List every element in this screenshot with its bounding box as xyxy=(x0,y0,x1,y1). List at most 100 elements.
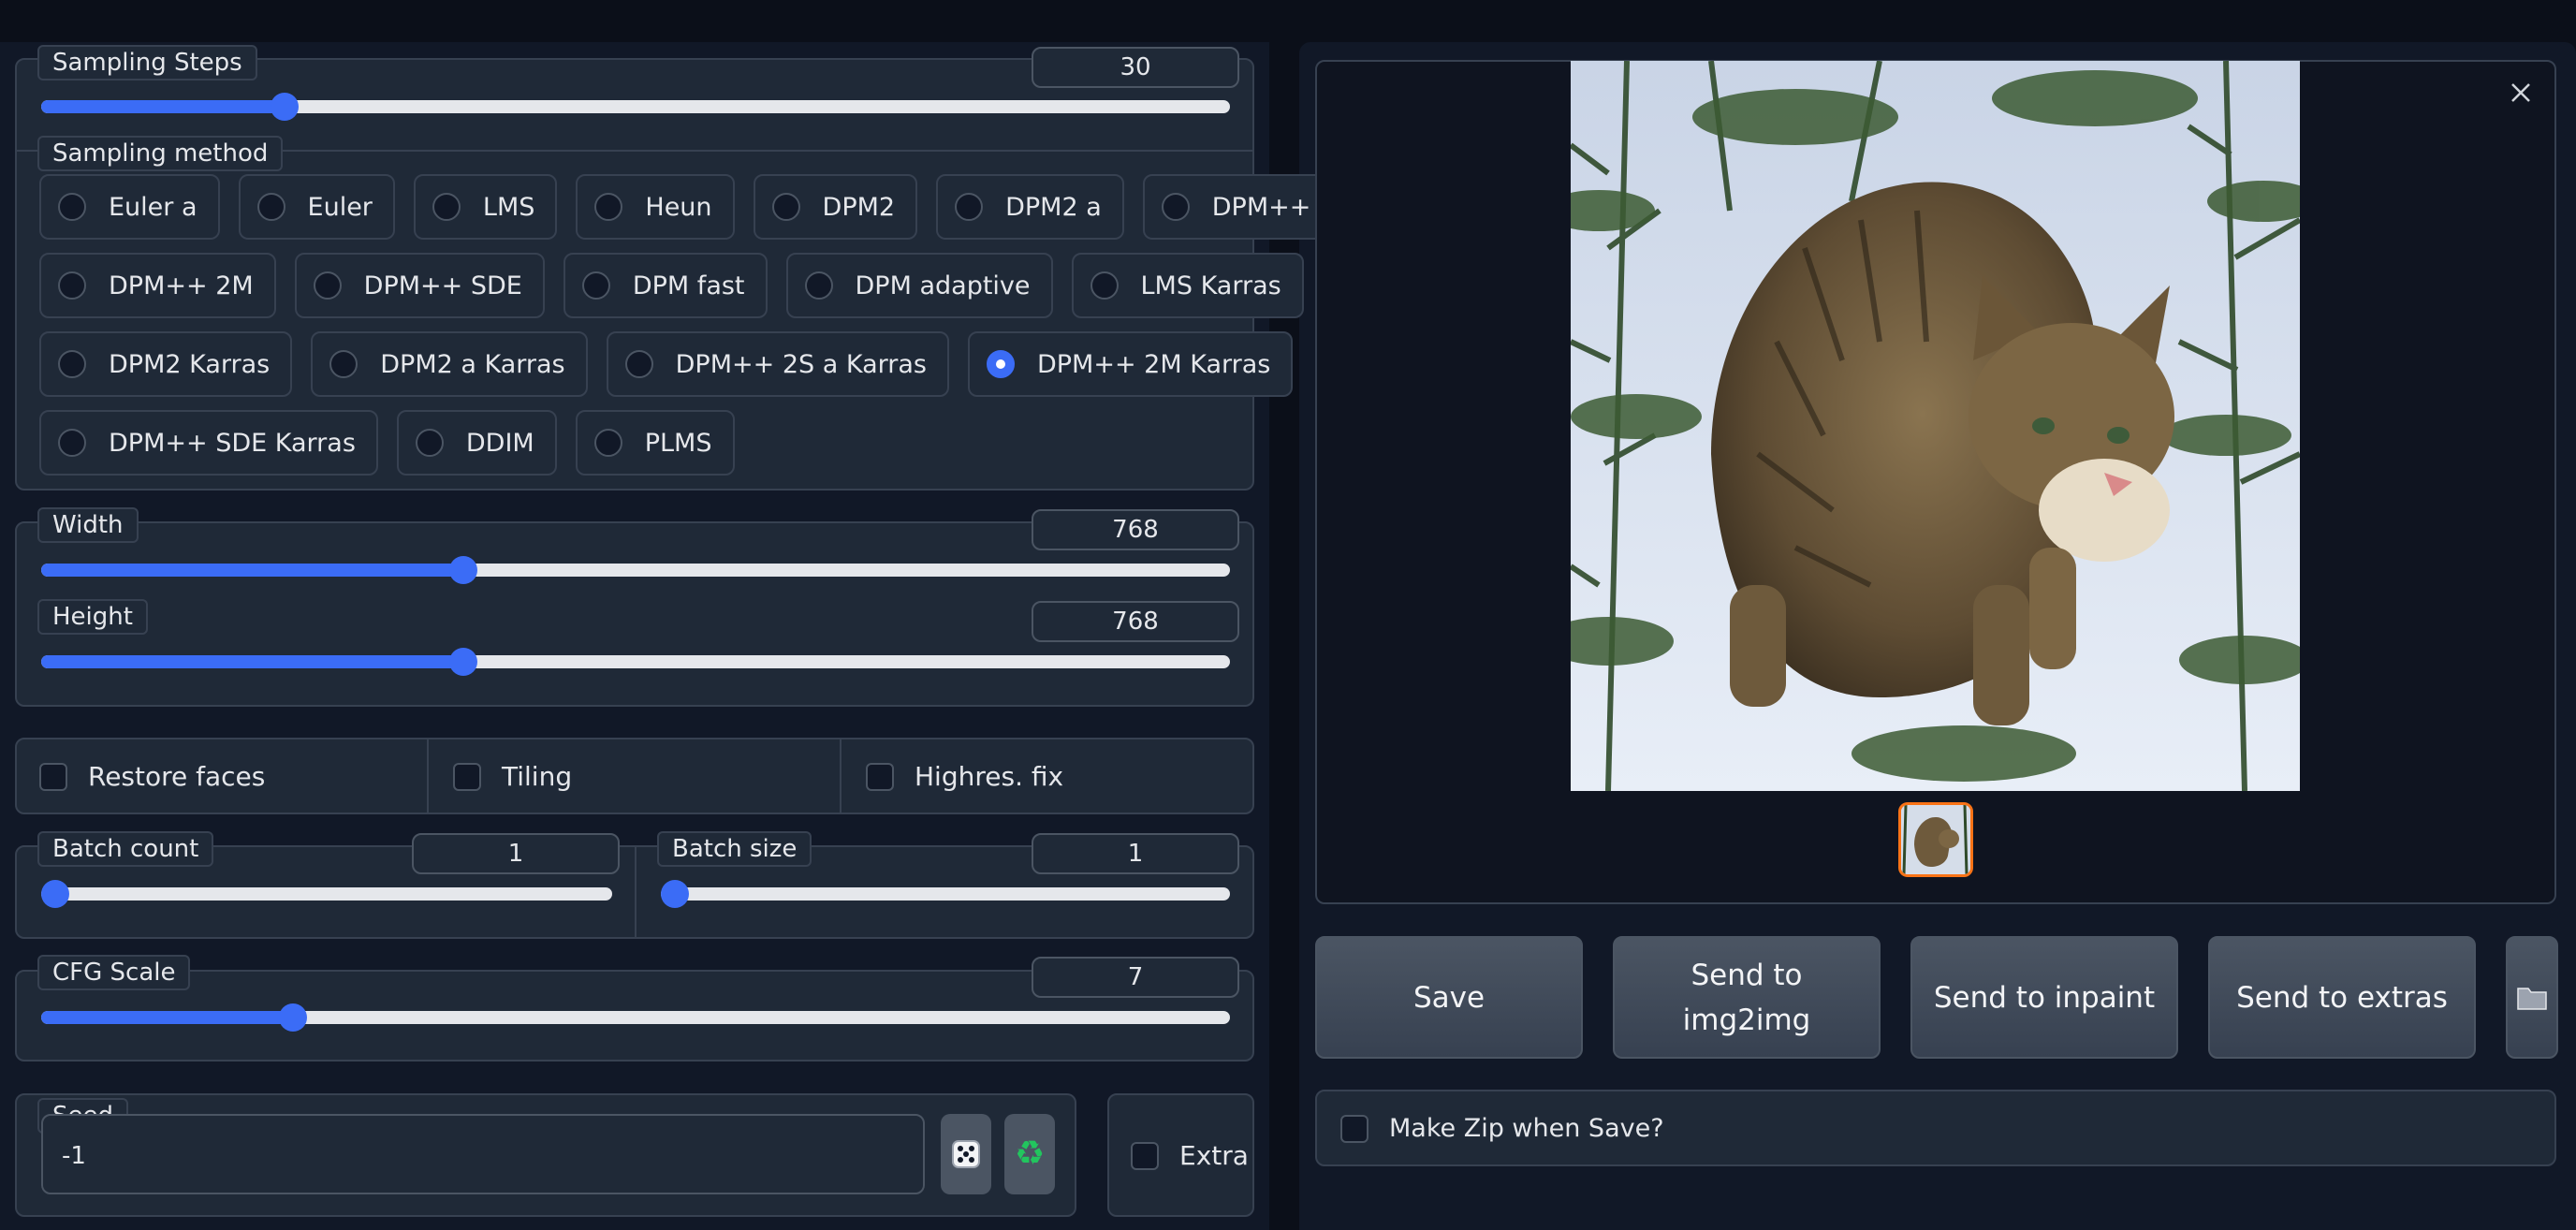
sampling-steps-input[interactable]: 30 xyxy=(1032,47,1239,88)
sampling-method-option[interactable]: DPM2 a Karras xyxy=(311,331,588,397)
radio-dot[interactable] xyxy=(804,271,833,300)
sampling-method-option-label: DDIM xyxy=(465,428,534,458)
highres-fix-checkbox[interactable]: Highres. fix xyxy=(866,761,1063,792)
radio-dot[interactable] xyxy=(1161,193,1190,221)
checkbox-box[interactable] xyxy=(866,762,894,791)
sampling-method-option[interactable]: Euler xyxy=(238,174,395,240)
close-button[interactable] xyxy=(2507,79,2535,107)
sampling-method-option[interactable]: DPM++ SDE xyxy=(294,253,545,318)
highres-fix-label: Highres. fix xyxy=(915,761,1064,792)
radio-dot[interactable] xyxy=(624,350,653,378)
checkbox-box[interactable] xyxy=(453,762,481,791)
cfg-scale-slider[interactable] xyxy=(41,1003,1230,1032)
sampling-method-option-label: DPM fast xyxy=(632,271,745,300)
radio-dot[interactable] xyxy=(986,350,1015,378)
slider-thumb[interactable] xyxy=(448,648,477,676)
checkbox-box[interactable] xyxy=(1131,1141,1159,1170)
sampling-method-option[interactable]: DPM2 Karras xyxy=(39,331,293,397)
checkbox-box[interactable] xyxy=(39,762,67,791)
height-slider[interactable] xyxy=(41,648,1230,676)
sampling-method-option[interactable]: LMS xyxy=(413,174,558,240)
extra-checkbox[interactable]: Extra xyxy=(1131,1140,1249,1171)
make-zip-checkbox[interactable]: Make Zip when Save? xyxy=(1340,1114,1664,1143)
radio-dot[interactable] xyxy=(955,193,984,221)
sampling-method-option-label: Euler a xyxy=(109,192,198,222)
slider-fill xyxy=(41,655,463,668)
gallery-thumbnail[interactable] xyxy=(1898,802,1973,877)
sampling-method-option[interactable]: DPM adaptive xyxy=(785,253,1053,318)
sampling-method-option[interactable]: DPM2 a xyxy=(936,174,1124,240)
sampling-method-option[interactable]: DDIM xyxy=(396,410,557,476)
radio-dot[interactable] xyxy=(581,271,610,300)
slider-thumb[interactable] xyxy=(41,880,69,908)
sampling-method-option-label: DPM++ 2M Karras xyxy=(1036,349,1271,379)
sampling-method-option[interactable]: Euler a xyxy=(39,174,220,240)
send-to-extras-button[interactable]: Send to extras xyxy=(2208,936,2476,1059)
radio-dot[interactable] xyxy=(58,429,86,457)
close-icon xyxy=(2511,83,2530,102)
radio-dot[interactable] xyxy=(58,350,86,378)
sampling-method-option[interactable]: LMS Karras xyxy=(1071,253,1304,318)
restore-faces-checkbox[interactable]: Restore faces xyxy=(39,761,265,792)
sampling-method-option[interactable]: PLMS xyxy=(575,410,735,476)
sampling-method-option[interactable]: DPM++ 2M xyxy=(39,253,276,318)
radio-dot[interactable] xyxy=(1090,271,1119,300)
sampling-method-option[interactable]: DPM++ SDE Karras xyxy=(39,410,378,476)
batch-size-slider[interactable] xyxy=(661,880,1230,908)
sampling-method-option-label: DPM2 a Karras xyxy=(380,349,565,379)
radio-dot[interactable] xyxy=(415,429,444,457)
sampling-method-option[interactable]: DPM++ 2S a Karras xyxy=(606,331,949,397)
recycle-icon: ♻ xyxy=(1014,1135,1046,1173)
width-slider[interactable] xyxy=(41,556,1230,584)
batch-count-input[interactable]: 1 xyxy=(412,833,620,874)
radio-dot[interactable] xyxy=(432,193,461,221)
tiling-checkbox[interactable]: Tiling xyxy=(453,761,572,792)
sampling-method-option-label: Heun xyxy=(645,192,712,222)
checkbox-box[interactable] xyxy=(1340,1114,1368,1143)
save-button[interactable]: Save xyxy=(1315,936,1583,1059)
sampling-method-option-label: LMS Karras xyxy=(1140,271,1281,300)
cat-image xyxy=(1571,61,2300,791)
cfg-scale-input[interactable]: 7 xyxy=(1032,957,1239,998)
sampling-steps-slider[interactable] xyxy=(41,93,1230,121)
sampling-method-option[interactable]: Heun xyxy=(576,174,735,240)
radio-dot[interactable] xyxy=(771,193,800,221)
radio-dot[interactable] xyxy=(58,193,86,221)
seed-input[interactable]: -1 xyxy=(41,1114,925,1194)
slider-fill xyxy=(41,564,463,577)
generated-image[interactable] xyxy=(1571,61,2300,791)
slider-thumb[interactable] xyxy=(448,556,477,584)
sampling-method-row: Euler a Euler LMS Heun DPM2 DPM2 a DPM++ 2S a xyxy=(39,174,1398,240)
cfg-scale-label: CFG Scale xyxy=(37,955,191,990)
slider-fill xyxy=(41,1011,294,1024)
sampling-method-option[interactable]: DPM++ 2M Karras xyxy=(967,331,1294,397)
restore-faces-label: Restore faces xyxy=(88,761,266,792)
sampling-method-option[interactable]: DPM2 xyxy=(753,174,918,240)
radio-dot[interactable] xyxy=(256,193,285,221)
height-input[interactable]: 768 xyxy=(1032,601,1239,642)
open-folder-button[interactable] xyxy=(2506,936,2558,1059)
radio-dot[interactable] xyxy=(58,271,86,300)
sampling-method-option-label: DPM++ SDE Karras xyxy=(109,428,356,458)
batch-count-slider[interactable] xyxy=(41,880,612,908)
dice-button[interactable] xyxy=(941,1114,991,1194)
folder-icon xyxy=(2517,987,2547,1010)
send-to-img2img-button[interactable]: Send to img2img xyxy=(1613,936,1881,1059)
sampling-steps-label: Sampling Steps xyxy=(37,45,257,81)
slider-thumb[interactable] xyxy=(661,880,689,908)
recycle-button[interactable]: ♻ xyxy=(1004,1114,1055,1194)
send-to-inpaint-button[interactable]: Send to inpaint xyxy=(1910,936,2178,1059)
width-label: Width xyxy=(37,507,139,543)
radio-dot[interactable] xyxy=(329,350,359,378)
slider-fill xyxy=(41,100,285,113)
batch-size-label: Batch size xyxy=(657,831,812,867)
radio-dot[interactable] xyxy=(313,271,342,300)
send-to-img2img-label: Send to img2img xyxy=(1682,958,1811,1037)
sampling-method-label: Sampling method xyxy=(37,136,284,171)
radio-dot[interactable] xyxy=(594,193,623,221)
batch-size-input[interactable]: 1 xyxy=(1032,833,1239,874)
width-input[interactable]: 768 xyxy=(1032,509,1239,550)
radio-dot[interactable] xyxy=(593,429,622,457)
sampling-method-row: DPM++ SDE Karras DDIM PLMS xyxy=(39,410,735,476)
sampling-method-option[interactable]: DPM fast xyxy=(563,253,768,318)
